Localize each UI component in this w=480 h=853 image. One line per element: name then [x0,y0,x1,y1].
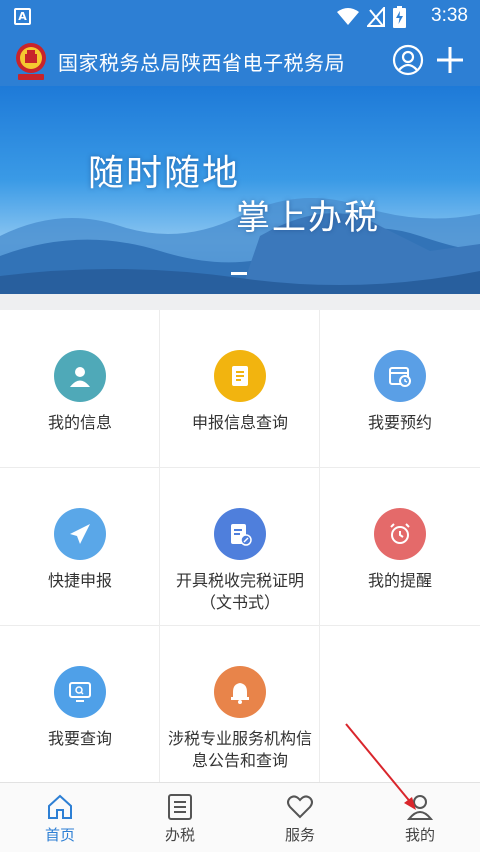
grid-item-label: 开具税收完税证明（文书式） [175,571,304,612]
grid-item-label: 我要预约 [367,413,432,432]
grid-item-empty [320,626,480,782]
grid-item-agency-info[interactable]: 涉税专业服务机构信息公告和查询 [160,626,320,782]
grid-item-label: 申报信息查询 [191,413,288,432]
grid-item-reminders[interactable]: 我的提醒 [320,468,480,626]
user-outline-icon [406,795,434,820]
section-divider [0,294,480,310]
grid-item-label: 快捷申报 [47,571,112,590]
banner-slogan-1: 随时随地 [88,153,241,194]
battery-charging-icon [393,6,406,28]
tab-label: 办税 [164,826,195,844]
monitor-search-icon [54,666,106,718]
bell-icon [214,666,266,718]
tab-label: 首页 [44,826,75,844]
app-header: 国家税务总局陕西省电子税务局 [0,34,480,86]
no-signal-icon [367,7,385,27]
grid-item-appointment[interactable]: 我要预约 [320,310,480,468]
paper-plane-icon [54,508,106,560]
grid-item-my-info[interactable]: 我的信息 [0,310,160,468]
user-icon [54,350,106,402]
document-list-icon [214,350,266,402]
alarm-clock-icon [374,508,426,560]
status-bar: A 3:38 [0,0,480,34]
grid-item-query[interactable]: 我要查询 [0,626,160,782]
banner-carousel[interactable]: 随时随地 掌上办税 [0,86,480,294]
grid-item-label: 涉税专业服务机构信息公告和查询 [168,729,313,770]
list-icon [168,794,192,820]
status-time: 3:38 [431,5,468,26]
grid-item-quick-declare[interactable]: 快捷申报 [0,468,160,626]
home-icon [48,794,72,819]
plus-icon[interactable] [434,44,466,76]
tab-services[interactable]: 服务 [240,783,360,853]
page-title: 国家税务总局陕西省电子税务局 [58,51,345,75]
banner-slogan-2: 掌上办税 [236,198,380,238]
system-icons [337,6,406,28]
wifi-icon [337,8,359,25]
calendar-clock-icon [374,350,426,402]
grid-item-declaration-query[interactable]: 申报信息查询 [160,310,320,468]
grid-item-label: 我的提醒 [367,571,432,590]
grid-item-label: 我的信息 [47,413,112,432]
heart-icon [287,795,313,819]
grid-item-tax-certificate[interactable]: 开具税收完税证明（文书式） [160,468,320,626]
bottom-tab-bar: 首页 办税 服务 我的 [0,782,480,852]
tab-mine[interactable]: 我的 [360,783,480,853]
tab-label: 服务 [284,826,315,844]
grid-item-label: 我要查询 [47,729,112,748]
document-edit-icon [214,508,266,560]
tab-home[interactable]: 首页 [0,783,120,853]
tab-label: 我的 [404,826,435,844]
app-notification-icon: A [14,8,31,25]
tax-emblem-icon [16,43,46,80]
function-grid: 我的信息 申报信息查询 我要预约 快捷申报 开具税收完税证明（文书式） 我的提醒 [0,310,480,782]
tab-tax-handling[interactable]: 办税 [120,783,240,853]
carousel-indicator [231,272,247,275]
user-icon[interactable] [392,44,424,76]
